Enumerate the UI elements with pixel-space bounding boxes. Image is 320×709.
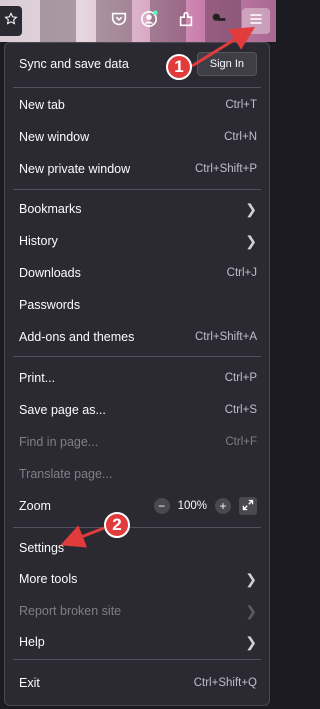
sync-row: Sync and save data Sign In [19, 49, 257, 79]
application-menu-button[interactable] [242, 8, 270, 34]
shortcut-text: Ctrl+Shift+Q [193, 677, 257, 689]
shortcut-text: Ctrl+N [224, 131, 257, 143]
account-button[interactable] [138, 10, 160, 32]
menu-item-save-page-as[interactable]: Save page as... Ctrl+S [19, 395, 257, 425]
key-icon [210, 10, 228, 32]
menu-item-label: Passwords [19, 298, 81, 312]
menu-item-label: More tools [19, 572, 78, 586]
menu-item-new-window[interactable]: New window Ctrl+N [19, 122, 257, 152]
sign-in-button[interactable]: Sign In [196, 52, 257, 76]
toolbar-background-stripe [40, 0, 76, 42]
passwords-button[interactable] [208, 10, 230, 32]
app-menu-panel: Sync and save data Sign In New tab Ctrl+… [4, 42, 270, 706]
menu-item-label: New private window [19, 162, 131, 176]
shortcut-text: Ctrl+Shift+A [195, 331, 257, 343]
menu-item-report-broken-site[interactable]: Report broken site ❯ [19, 596, 257, 626]
account-icon [140, 10, 158, 32]
sync-label: Sync and save data [19, 57, 129, 71]
menu-item-print[interactable]: Print... Ctrl+P [19, 363, 257, 393]
menu-item-more-tools[interactable]: More tools ❯ [19, 564, 257, 594]
chevron-right-icon: ❯ [245, 200, 257, 217]
extensions-icon [177, 10, 195, 32]
menu-item-bookmarks[interactable]: Bookmarks ❯ [19, 194, 257, 224]
extensions-button[interactable] [175, 10, 197, 32]
zoom-row: Zoom − 100% + [19, 491, 257, 521]
shortcut-text: Ctrl+J [226, 267, 257, 279]
menu-item-label: Add-ons and themes [19, 330, 135, 344]
menu-item-label: Save page as... [19, 403, 106, 417]
menu-item-help[interactable]: Help ❯ [19, 627, 257, 657]
menu-item-settings[interactable]: Settings [19, 533, 257, 563]
menu-item-find-in-page[interactable]: Find in page... Ctrl+F [19, 427, 257, 457]
separator [13, 356, 261, 357]
zoom-controls: − 100% + [153, 497, 257, 515]
menu-item-label: New window [19, 130, 90, 144]
star-icon [4, 11, 18, 31]
menu-item-downloads[interactable]: Downloads Ctrl+J [19, 258, 257, 288]
menu-item-label: Print... [19, 371, 56, 385]
chevron-right-icon: ❯ [245, 232, 257, 249]
pocket-icon [110, 10, 128, 32]
menu-item-new-private-window[interactable]: New private window Ctrl+Shift+P [19, 154, 257, 184]
menu-item-exit[interactable]: Exit Ctrl+Shift+Q [19, 668, 257, 698]
menu-item-label: Find in page... [19, 435, 99, 449]
separator [13, 189, 261, 190]
chevron-right-icon: ❯ [245, 633, 257, 650]
menu-item-label: Downloads [19, 266, 81, 280]
menu-item-label: Bookmarks [19, 202, 82, 216]
shortcut-text: Ctrl+Shift+P [195, 163, 257, 175]
zoom-level[interactable]: 100% [178, 500, 207, 512]
annotation-step-2-badge: 2 [104, 512, 130, 538]
browser-toolbar [0, 0, 276, 42]
shortcut-text: Ctrl+P [224, 372, 257, 384]
zoom-label: Zoom [19, 499, 51, 513]
menu-item-label: History [19, 234, 58, 248]
menu-item-label: Help [19, 635, 45, 649]
chevron-right-icon: ❯ [245, 602, 257, 619]
annotation-step-1-badge: 1 [166, 54, 192, 80]
menu-item-label: Exit [19, 676, 40, 690]
separator [13, 87, 261, 88]
shortcut-text: Ctrl+T [225, 99, 257, 111]
hamburger-menu-icon [248, 11, 264, 32]
chevron-right-icon: ❯ [245, 570, 257, 587]
menu-item-label: Settings [19, 541, 65, 555]
menu-item-addons-and-themes[interactable]: Add-ons and themes Ctrl+Shift+A [19, 322, 257, 352]
menu-item-label: Report broken site [19, 604, 122, 618]
bookmark-star-button[interactable] [0, 6, 22, 36]
menu-item-passwords[interactable]: Passwords [19, 290, 257, 320]
menu-item-label: New tab [19, 98, 65, 112]
separator [13, 527, 261, 528]
shortcut-text: Ctrl+S [224, 404, 257, 416]
shortcut-text: Ctrl+F [225, 436, 257, 448]
pocket-button[interactable] [108, 10, 130, 32]
zoom-in-button[interactable]: + [215, 498, 231, 514]
menu-item-new-tab[interactable]: New tab Ctrl+T [19, 90, 257, 120]
menu-item-label: Translate page... [19, 467, 113, 481]
menu-item-translate-page[interactable]: Translate page... [19, 459, 257, 489]
zoom-out-button[interactable]: − [153, 498, 170, 514]
separator [13, 659, 261, 660]
fullscreen-button[interactable] [239, 497, 257, 515]
fullscreen-icon [242, 499, 254, 514]
menu-item-history[interactable]: History ❯ [19, 226, 257, 256]
